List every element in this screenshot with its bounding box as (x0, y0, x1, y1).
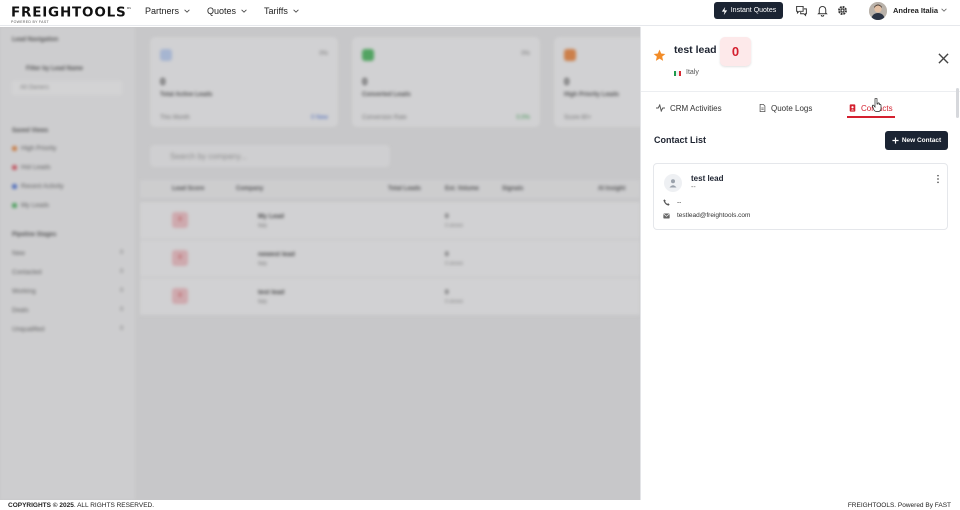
gear-icon[interactable] (836, 4, 849, 17)
nav-tariffs[interactable]: Tariffs (264, 6, 299, 16)
modal-dim-layer (0, 27, 640, 500)
lead-country: Italy (686, 69, 699, 76)
logo-name: FREIGHTOOLS (11, 4, 127, 21)
contacts-icon (849, 104, 856, 112)
bell-icon[interactable] (816, 4, 829, 17)
contact-email[interactable]: testlead@freightools.com (677, 212, 750, 219)
contact-card[interactable]: test lead -- -- testlead@freightools.com (653, 163, 948, 230)
contact-email-row: testlead@freightools.com (663, 212, 750, 219)
user-avatar[interactable] (869, 2, 887, 20)
tabs-divider (641, 91, 960, 92)
star-icon[interactable] (653, 49, 666, 62)
nav-tariffs-label: Tariffs (264, 6, 288, 16)
phone-icon (663, 199, 670, 206)
chevron-down-icon (241, 9, 247, 13)
tab-quote-logs[interactable]: Quote Logs (759, 97, 812, 119)
drawer-scrollbar[interactable] (956, 88, 959, 118)
contact-phone: -- (677, 199, 682, 206)
document-icon (759, 104, 766, 112)
new-contact-button[interactable]: New Contact (885, 131, 948, 150)
email-icon (663, 213, 670, 218)
chevron-down-icon (293, 9, 299, 13)
chevron-down-icon[interactable] (941, 7, 947, 13)
chevron-down-icon (184, 9, 190, 13)
instant-quotes-label: Instant Quotes (730, 7, 777, 14)
freightools-logo[interactable]: FREIGHTOOLS™ POWERED BY FAST (11, 3, 133, 24)
tab-crm-activities[interactable]: CRM Activities (656, 97, 722, 119)
contact-role: -- (691, 184, 696, 191)
close-icon[interactable] (938, 53, 949, 64)
italy-flag-icon (674, 71, 681, 76)
contact-phone-row: -- (663, 199, 681, 206)
hand-pointer-cursor-icon (872, 98, 882, 112)
instant-quotes-button[interactable]: Instant Quotes (714, 2, 783, 19)
page-backdrop-overlay[interactable]: Lead Navigation Filter by Lead Name All … (0, 27, 640, 500)
main-nav: Partners Quotes Tariffs (145, 0, 316, 22)
nav-quotes[interactable]: Quotes (207, 6, 247, 16)
copyright-text: COPYRIGHTS © 2025. ALL RIGHTS RESERVED. (8, 502, 154, 509)
active-tab-indicator (847, 116, 895, 118)
new-contact-label: New Contact (901, 137, 942, 144)
plus-icon (892, 137, 899, 144)
lead-score-badge: 0 (720, 37, 751, 66)
powered-by-text: FREIGHTOOLS. Powered By FAST (847, 502, 951, 509)
nav-partners[interactable]: Partners (145, 6, 190, 16)
footer: COPYRIGHTS © 2025. ALL RIGHTS RESERVED. … (0, 500, 960, 510)
copyright-bold: COPYRIGHTS © 2025 (8, 502, 74, 509)
tab-quote-logs-label: Quote Logs (771, 103, 813, 113)
kebab-menu-icon[interactable] (936, 174, 940, 184)
user-icon (664, 174, 682, 192)
user-photo (869, 2, 887, 20)
bolt-icon (721, 6, 727, 15)
activity-icon (656, 104, 665, 112)
lead-detail-drawer: test lead 0 Italy CRM Activities Quote L… (640, 27, 960, 500)
tab-crm-activities-label: CRM Activities (670, 103, 722, 113)
logo-tm: ™ (126, 7, 133, 13)
top-navigation-bar: FREIGHTOOLS™ POWERED BY FAST Partners Qu… (0, 0, 960, 26)
contact-name: test lead (691, 174, 724, 183)
contact-list-title: Contact List (654, 135, 707, 145)
chat-icon[interactable] (795, 4, 808, 17)
user-name[interactable]: Andrea Italia (893, 6, 938, 15)
nav-quotes-label: Quotes (207, 6, 237, 16)
lead-title: test lead (674, 44, 717, 56)
nav-partners-label: Partners (145, 6, 180, 16)
copyright-rest: . ALL RIGHTS RESERVED. (73, 502, 155, 509)
